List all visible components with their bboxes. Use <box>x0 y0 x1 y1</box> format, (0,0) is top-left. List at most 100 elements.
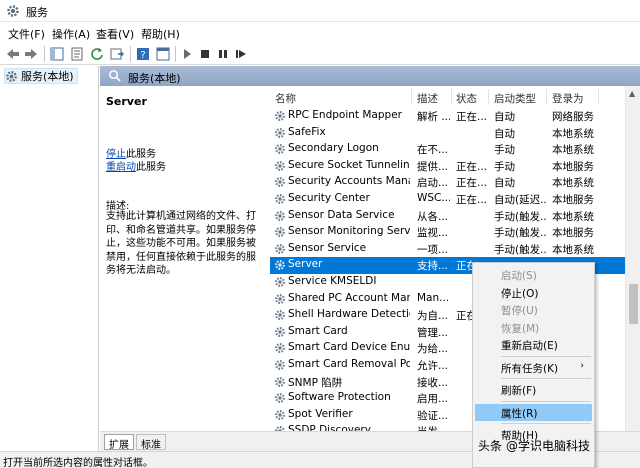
tab-standard[interactable]: 标准 <box>136 434 166 451</box>
service-desc: 在不... <box>417 144 449 157</box>
service-name: Spot Verifier <box>288 407 353 420</box>
gear-icon <box>275 243 285 254</box>
console-icon[interactable] <box>154 45 172 63</box>
export-icon[interactable] <box>108 45 126 63</box>
service-desc: 支持... <box>417 260 449 273</box>
window-title: 服务 <box>26 6 48 19</box>
context-menu-item[interactable]: 属性(R) <box>475 403 592 421</box>
context-menu-item[interactable]: 启动(S) <box>475 266 592 283</box>
context-menu-item-label: 重新启动(E) <box>501 340 558 352</box>
service-desc: 启动... <box>417 177 449 190</box>
table-row[interactable]: Sensor Service 一项... 手动(触发... 本地系统 <box>270 241 625 258</box>
column-header-desc[interactable]: 描述 <box>417 91 438 106</box>
gear-icon <box>275 127 285 138</box>
content-header-title: 服务(本地) <box>128 72 181 85</box>
context-menu-item[interactable]: 刷新(F) <box>475 381 592 398</box>
context-menu-item[interactable]: 停止(O) <box>475 284 592 301</box>
service-status: 正在... <box>456 177 487 190</box>
column-divider[interactable] <box>598 89 599 105</box>
service-desc: 为自... <box>417 310 449 323</box>
gear-icon <box>275 210 285 221</box>
gear-icon <box>275 177 285 188</box>
gear-icon <box>6 70 17 82</box>
pause-icon[interactable] <box>214 45 232 63</box>
service-logon: 本地服务 <box>552 194 594 206</box>
service-desc: Man... <box>417 291 450 304</box>
scroll-up-icon[interactable]: ▲ <box>629 89 635 98</box>
description-pane: Server 停止此服务 重启动此服务 描述: 支持此计算机通过网络的文件、打印… <box>100 86 270 431</box>
properties-icon[interactable] <box>68 45 86 63</box>
service-status: 正在... <box>456 194 487 206</box>
service-startup: 自动 <box>494 177 515 190</box>
start-icon[interactable] <box>178 45 196 63</box>
show-tree-icon[interactable] <box>48 45 66 63</box>
tab-extended[interactable]: 扩展 <box>104 434 134 451</box>
stop-icon[interactable] <box>196 45 214 63</box>
toolbar-separator <box>175 46 176 62</box>
menu-view[interactable]: 查看(V) <box>96 26 134 42</box>
search-icon <box>109 70 121 82</box>
context-menu-item-label: 停止(O) <box>501 287 539 300</box>
scrollbar-thumb[interactable] <box>629 284 638 324</box>
column-divider[interactable] <box>488 89 489 105</box>
description-text: 支持此计算机通过网络的文件、打印、和命名管道共享。如果服务停止，这些功能不可用。… <box>106 211 256 276</box>
menu-help[interactable]: 帮助(H) <box>141 26 180 42</box>
context-menu-item[interactable]: 暂停(U) <box>475 301 592 318</box>
service-logon: 本地系统 <box>552 177 594 190</box>
column-divider[interactable] <box>411 89 412 105</box>
service-logon: 本地服务 <box>552 160 594 173</box>
table-row[interactable]: SafeFix 自动 本地系统 <box>270 125 625 142</box>
table-row[interactable]: Secondary Logon 在不... 手动 本地系统 <box>270 141 625 158</box>
column-header-startup[interactable]: 启动类型 <box>494 91 536 106</box>
column-divider[interactable] <box>451 89 452 105</box>
content-header: 服务(本地) <box>100 66 640 86</box>
service-desc: 启用... <box>417 393 449 406</box>
service-status: 正在... <box>456 111 487 123</box>
service-name: SNMP 陷阱 <box>288 376 343 389</box>
gear-icon <box>275 277 285 287</box>
service-startup: 手动(触发... <box>494 227 546 240</box>
selected-service-name: Server <box>106 95 147 108</box>
service-name: Security Center <box>288 192 370 204</box>
gear-icon <box>7 5 19 17</box>
context-menu-item-label: 暂停(U) <box>501 305 538 317</box>
service-name: SafeFix <box>288 125 326 138</box>
service-logon: 本地系统 <box>552 127 594 140</box>
service-desc: 从各... <box>417 210 449 223</box>
menu-action[interactable]: 操作(A) <box>52 26 90 42</box>
forward-icon[interactable] <box>22 45 40 63</box>
context-menu-item-label: 所有任务(K) <box>501 362 559 375</box>
service-name: Shared PC Account Mana... <box>288 291 410 304</box>
context-menu-item[interactable]: 所有任务(K) › <box>475 359 592 376</box>
service-name: Shell Hardware Detection <box>288 308 410 321</box>
tree-item-services-local[interactable]: 服务(本地) <box>4 68 78 84</box>
column-divider[interactable] <box>546 89 547 105</box>
context-menu-item[interactable]: 重新启动(E) <box>475 336 592 353</box>
service-desc: 监视... <box>417 227 449 240</box>
table-row[interactable]: Security Center WSC... 正在... 自动(延迟... 本地服务 <box>270 191 625 208</box>
table-row[interactable]: Security Accounts Manag... 启动... 正在... 自动 本地… <box>270 174 625 191</box>
gear-icon <box>275 260 285 271</box>
service-startup: 手动(触发... <box>494 210 546 223</box>
service-name: Secondary Logon <box>288 142 379 155</box>
gear-icon <box>275 343 285 354</box>
restart-icon[interactable] <box>232 45 250 63</box>
column-header-name[interactable]: 名称 <box>275 91 296 106</box>
service-desc: WSC... <box>417 192 450 204</box>
column-header-logon[interactable]: 登录为 <box>552 91 584 106</box>
restart-service-link[interactable]: 重启动 <box>106 162 136 173</box>
table-row[interactable]: Sensor Monitoring Service 监视... 手动(触发... 本地… <box>270 224 625 241</box>
refresh-icon[interactable] <box>88 45 106 63</box>
column-header-status[interactable]: 状态 <box>456 91 477 106</box>
table-row[interactable]: RPC Endpoint Mapper 解析 ... 正在... 自动 网络服务 <box>270 108 625 125</box>
service-name: SSDP Discovery <box>288 424 371 431</box>
vertical-scrollbar[interactable]: ▲ <box>625 86 640 431</box>
context-menu-item[interactable]: 恢复(M) <box>475 319 592 336</box>
menu-file[interactable]: 文件(F) <box>8 26 45 42</box>
table-row[interactable]: Secure Socket Tunneling ... 提供... 正在... 手动 本… <box>270 158 625 175</box>
table-row[interactable]: Sensor Data Service 从各... 手动(触发... 本地系统 <box>270 208 625 225</box>
service-name: Security Accounts Manag... <box>288 175 410 188</box>
help-icon[interactable]: ? <box>134 45 152 63</box>
service-desc: 一项... <box>417 243 449 256</box>
back-icon[interactable] <box>4 45 22 63</box>
